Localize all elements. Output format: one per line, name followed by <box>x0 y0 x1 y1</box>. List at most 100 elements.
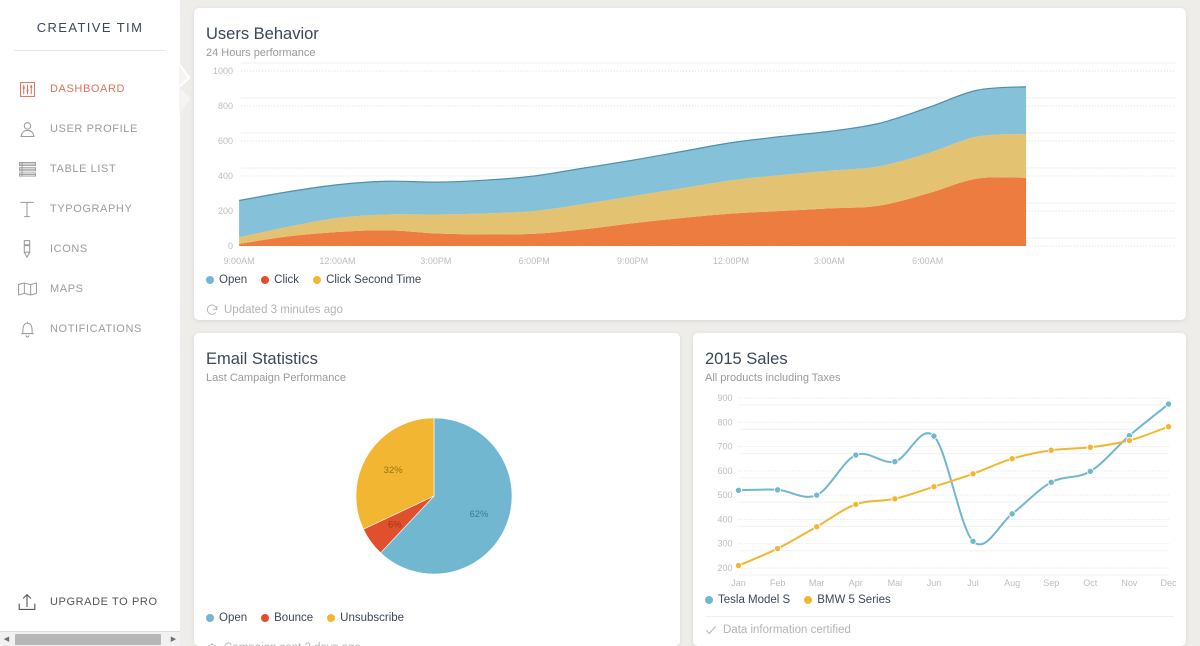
card-header: Users Behavior 24 Hours performance <box>194 8 1186 59</box>
legend-item[interactable]: Click Second Time <box>313 274 421 286</box>
upgrade-to-pro-label: UPGRADE TO PRO <box>50 596 158 608</box>
svg-text:12:00AM: 12:00AM <box>319 256 355 266</box>
scroll-right-arrow[interactable]: ▶ <box>167 632 180 646</box>
legend-label: Bounce <box>274 612 313 624</box>
horizontal-scrollbar[interactable]: ◀ ▶ <box>0 631 180 646</box>
svg-text:32%: 32% <box>384 465 404 476</box>
card-subtitle: 24 Hours performance <box>206 47 1186 59</box>
bell-icon <box>16 318 38 340</box>
svg-text:800: 800 <box>717 417 732 427</box>
svg-text:6:00AM: 6:00AM <box>912 256 943 266</box>
svg-text:12:00PM: 12:00PM <box>713 256 749 266</box>
sidebar-spacer <box>0 349 180 582</box>
card-title: 2015 Sales <box>705 349 1186 370</box>
legend-label: Open <box>219 274 247 286</box>
email-statistics-legend: Open Bounce Unsubscribe <box>194 612 680 624</box>
sidebar-item-label: NOTIFICATIONS <box>50 323 142 335</box>
users-behavior-legend: Open Click Click Second Time <box>194 274 1186 286</box>
legend-item[interactable]: BMW 5 Series <box>804 594 891 606</box>
second-row: Email Statistics Last Campaign Performan… <box>194 333 1186 646</box>
refresh-icon <box>206 304 218 316</box>
card-footer: Data information certified <box>693 616 1186 646</box>
scrollbar-thumb[interactable] <box>15 634 161 645</box>
sidebar-item-dashboard[interactable]: DASHBOARD <box>0 69 180 109</box>
email-statistics-chart: 62%6%32% <box>194 384 680 612</box>
svg-text:6:00PM: 6:00PM <box>519 256 550 266</box>
card-2015-sales: 2015 Sales All products including Taxes … <box>693 333 1186 646</box>
svg-text:Sep: Sep <box>1043 578 1059 588</box>
pen-icon <box>16 238 38 260</box>
user-icon <box>16 118 38 140</box>
svg-text:Jun: Jun <box>927 578 942 588</box>
card-footer-text: Updated 3 minutes ago <box>224 304 343 316</box>
legend-dot <box>261 276 269 284</box>
svg-text:300: 300 <box>717 538 732 548</box>
sidebar-item-label: DASHBOARD <box>50 83 125 95</box>
dashboard-icon <box>16 78 38 100</box>
svg-text:Nov: Nov <box>1121 578 1138 588</box>
svg-text:Feb: Feb <box>770 578 786 588</box>
scrollbar-track[interactable] <box>13 632 167 646</box>
svg-text:400: 400 <box>717 514 732 524</box>
svg-text:Oct: Oct <box>1083 578 1098 588</box>
svg-text:900: 900 <box>717 393 732 403</box>
legend-item[interactable]: Click <box>261 274 299 286</box>
card-title: Email Statistics <box>206 349 680 370</box>
card-footer: Updated 3 minutes ago <box>194 296 1186 326</box>
svg-text:Dec: Dec <box>1160 578 1177 588</box>
legend-item[interactable]: Bounce <box>261 612 313 624</box>
sidebar-item-table-list[interactable]: TABLE LIST <box>0 149 180 189</box>
svg-text:400: 400 <box>218 171 233 181</box>
svg-text:0: 0 <box>228 241 233 251</box>
card-subtitle: All products including Taxes <box>705 372 1186 384</box>
legend-label: Open <box>219 612 247 624</box>
legend-dot <box>705 596 713 604</box>
brand-divider <box>14 50 166 51</box>
svg-text:600: 600 <box>218 136 233 146</box>
users-behavior-chart: 020040060080010009:00AM12:00AM3:00PM6:00… <box>194 59 1186 274</box>
map-icon <box>16 278 38 300</box>
legend-item[interactable]: Open <box>206 612 247 624</box>
svg-text:800: 800 <box>218 101 233 111</box>
upload-icon <box>16 591 38 613</box>
svg-text:600: 600 <box>717 465 732 475</box>
svg-text:3:00AM: 3:00AM <box>814 256 845 266</box>
legend-item[interactable]: Unsubscribe <box>327 612 404 624</box>
sidebar-collapse-notch[interactable] <box>179 62 191 114</box>
svg-text:Aug: Aug <box>1004 578 1020 588</box>
table-icon <box>16 158 38 180</box>
svg-text:6%: 6% <box>388 519 402 530</box>
svg-text:9:00PM: 9:00PM <box>617 256 648 266</box>
svg-text:Apr: Apr <box>849 578 863 588</box>
sales-2015-legend: Tesla Model S BMW 5 Series <box>693 594 1186 606</box>
sales-2015-chart: 200300400500600700800900JanFebMarAprMaiJ… <box>693 384 1186 594</box>
sidebar-item-typography[interactable]: TYPOGRAPHY <box>0 189 180 229</box>
sidebar-item-label: ICONS <box>50 243 88 255</box>
sidebar-item-maps[interactable]: MAPS <box>0 269 180 309</box>
legend-dot <box>261 614 269 622</box>
legend-item[interactable]: Open <box>206 274 247 286</box>
card-users-behavior: Users Behavior 24 Hours performance 0200… <box>194 8 1186 320</box>
card-footer-text: Data information certified <box>723 624 851 636</box>
sidebar-item-user-profile[interactable]: USER PROFILE <box>0 109 180 149</box>
card-header: Email Statistics Last Campaign Performan… <box>194 333 680 384</box>
svg-text:200: 200 <box>717 563 732 573</box>
legend-dot <box>206 276 214 284</box>
upgrade-to-pro-button[interactable]: UPGRADE TO PRO <box>0 582 180 622</box>
legend-label: Tesla Model S <box>718 594 790 606</box>
card-footer-text: Campaign sent 2 days ago <box>224 642 361 646</box>
svg-text:Mar: Mar <box>809 578 825 588</box>
card-email-statistics: Email Statistics Last Campaign Performan… <box>194 333 680 646</box>
check-icon <box>705 624 717 636</box>
card-subtitle: Last Campaign Performance <box>206 372 680 384</box>
sidebar-item-notifications[interactable]: NOTIFICATIONS <box>0 309 180 349</box>
clock-icon <box>206 642 218 646</box>
sidebar-item-icons[interactable]: ICONS <box>0 229 180 269</box>
scroll-left-arrow[interactable]: ◀ <box>0 632 13 646</box>
svg-text:700: 700 <box>717 441 732 451</box>
main-content: Users Behavior 24 Hours performance 0 200… <box>180 0 1200 646</box>
card-header: 2015 Sales All products including Taxes <box>693 333 1186 384</box>
legend-item[interactable]: Tesla Model S <box>705 594 790 606</box>
sidebar-item-label: TABLE LIST <box>50 163 116 175</box>
svg-text:3:00PM: 3:00PM <box>420 256 451 266</box>
